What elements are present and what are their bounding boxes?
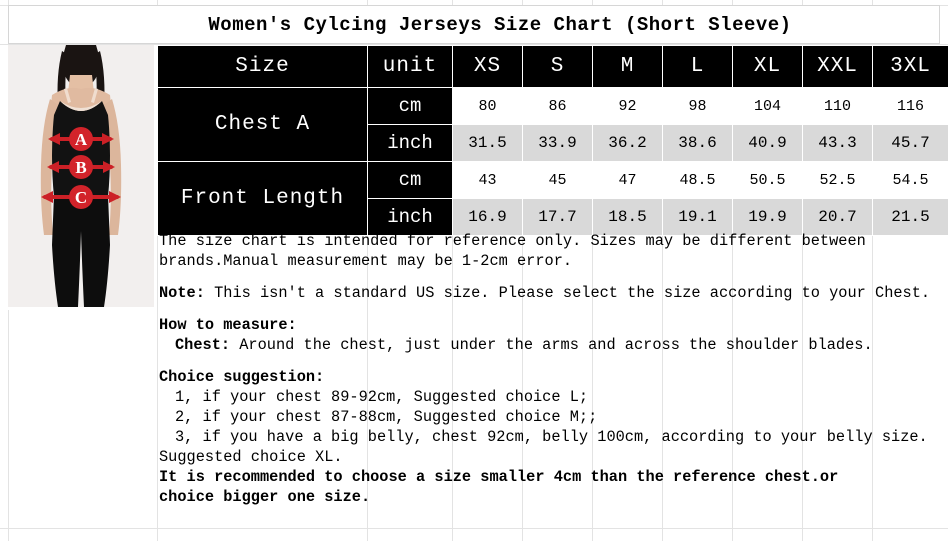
disclaimer-line-2: brands.Manual measurement may be 1-2cm e…	[159, 252, 573, 270]
header-l: L	[662, 45, 733, 88]
page-title: Women's Cylcing Jerseys Size Chart (Shor…	[208, 13, 792, 36]
cell-front-cm-s: 45	[522, 161, 593, 199]
cell-chest-inch-xxl: 43.3	[802, 124, 873, 162]
chest-label: Chest:	[175, 336, 231, 354]
cell-front-cm-l: 48.5	[662, 161, 733, 199]
chest-text: Around the chest, just under the arms an…	[230, 336, 873, 354]
choice-suggestion-heading: Choice suggestion:	[159, 368, 325, 386]
unit-cell-chest-inch: inch	[367, 124, 453, 162]
header-3xl: 3XL	[872, 45, 948, 88]
note-label: Note:	[159, 284, 205, 302]
cell-chest-inch-m: 36.2	[592, 124, 663, 162]
cell-front-inch-xs: 16.9	[452, 198, 523, 236]
cell-front-cm-xl: 50.5	[732, 161, 803, 199]
measurement-diagram-photo: A B C	[8, 45, 154, 307]
header-xxl: XXL	[802, 45, 873, 88]
header-xs: XS	[452, 45, 523, 88]
cell-chest-inch-s: 33.9	[522, 124, 593, 162]
marker-b-label: B	[75, 158, 86, 177]
marker-c-label: C	[75, 188, 87, 207]
product-photo-cell: A B C	[8, 45, 154, 310]
cell-chest-cm-s: 86	[522, 87, 593, 125]
cell-chest-cm-3xl: 116	[872, 87, 948, 125]
unit-cell-front-cm: cm	[367, 161, 453, 199]
unit-cell-chest-cm: cm	[367, 87, 453, 125]
cell-chest-cm-l: 98	[662, 87, 733, 125]
cell-chest-cm-m: 92	[592, 87, 663, 125]
cell-front-inch-l: 19.1	[662, 198, 733, 236]
cell-front-cm-3xl: 54.5	[872, 161, 948, 199]
cell-chest-inch-l: 38.6	[662, 124, 733, 162]
cell-front-inch-3xl: 21.5	[872, 198, 948, 236]
header-s: S	[522, 45, 593, 88]
size-chart-table: Size unit XS S M L XL XXL 3XL Chest A cm…	[157, 45, 948, 236]
cell-front-inch-xl: 19.9	[732, 198, 803, 236]
table-row: Chest A cm 80 86 92 98 104 110 116	[157, 87, 948, 162]
recommendation-line-2: choice bigger one size.	[159, 488, 371, 506]
choice-item-1: 1, if your chest 89-92cm, Suggested choi…	[175, 388, 589, 406]
cell-front-inch-m: 18.5	[592, 198, 663, 236]
recommendation-line-1: It is recommended to choose a size small…	[159, 468, 839, 486]
note-paragraph: Note: This isn't a standard US size. Ple…	[159, 283, 948, 303]
choice-item-2: 2, if your chest 87-88cm, Suggested choi…	[175, 408, 598, 426]
cell-chest-inch-3xl: 45.7	[872, 124, 948, 162]
cell-chest-inch-xl: 40.9	[732, 124, 803, 162]
table-header-row: Size unit XS S M L XL XXL 3XL	[157, 45, 948, 88]
cell-front-cm-m: 47	[592, 161, 663, 199]
header-unit: unit	[367, 45, 453, 88]
disclaimer-line-1: The size chart is intended for reference…	[159, 232, 866, 250]
marker-a-label: A	[75, 130, 88, 149]
cell-chest-cm-xs: 80	[452, 87, 523, 125]
size-chart-page: Women's Cylcing Jerseys Size Chart (Shor…	[0, 0, 948, 541]
table-row: Front Length cm 43 45 47 48.5 50.5 52.5 …	[157, 161, 948, 236]
cell-chest-inch-xs: 31.5	[452, 124, 523, 162]
choice-item-3-tail: Suggested choice XL.	[159, 448, 343, 466]
chest-measure-line: Chest: Around the chest, just under the …	[159, 335, 948, 355]
cell-chest-cm-xl: 104	[732, 87, 803, 125]
header-size: Size	[157, 45, 368, 88]
chart-title-row: Women's Cylcing Jerseys Size Chart (Shor…	[8, 5, 940, 44]
unit-cell-front-inch: inch	[367, 198, 453, 236]
cell-front-cm-xxl: 52.5	[802, 161, 873, 199]
notes-section: The size chart is intended for reference…	[159, 231, 948, 507]
cell-front-inch-s: 17.7	[522, 198, 593, 236]
header-xl: XL	[732, 45, 803, 88]
cell-chest-cm-xxl: 110	[802, 87, 873, 125]
how-to-measure-heading: How to measure:	[159, 316, 297, 334]
cell-front-cm-xs: 43	[452, 161, 523, 199]
row-label-chest: Chest A	[157, 87, 368, 162]
cell-front-inch-xxl: 20.7	[802, 198, 873, 236]
row-label-front-length: Front Length	[157, 161, 368, 236]
note-text: This isn't a standard US size. Please se…	[204, 284, 931, 302]
header-m: M	[592, 45, 663, 88]
choice-item-3: 3, if you have a big belly, chest 92cm, …	[175, 428, 928, 446]
